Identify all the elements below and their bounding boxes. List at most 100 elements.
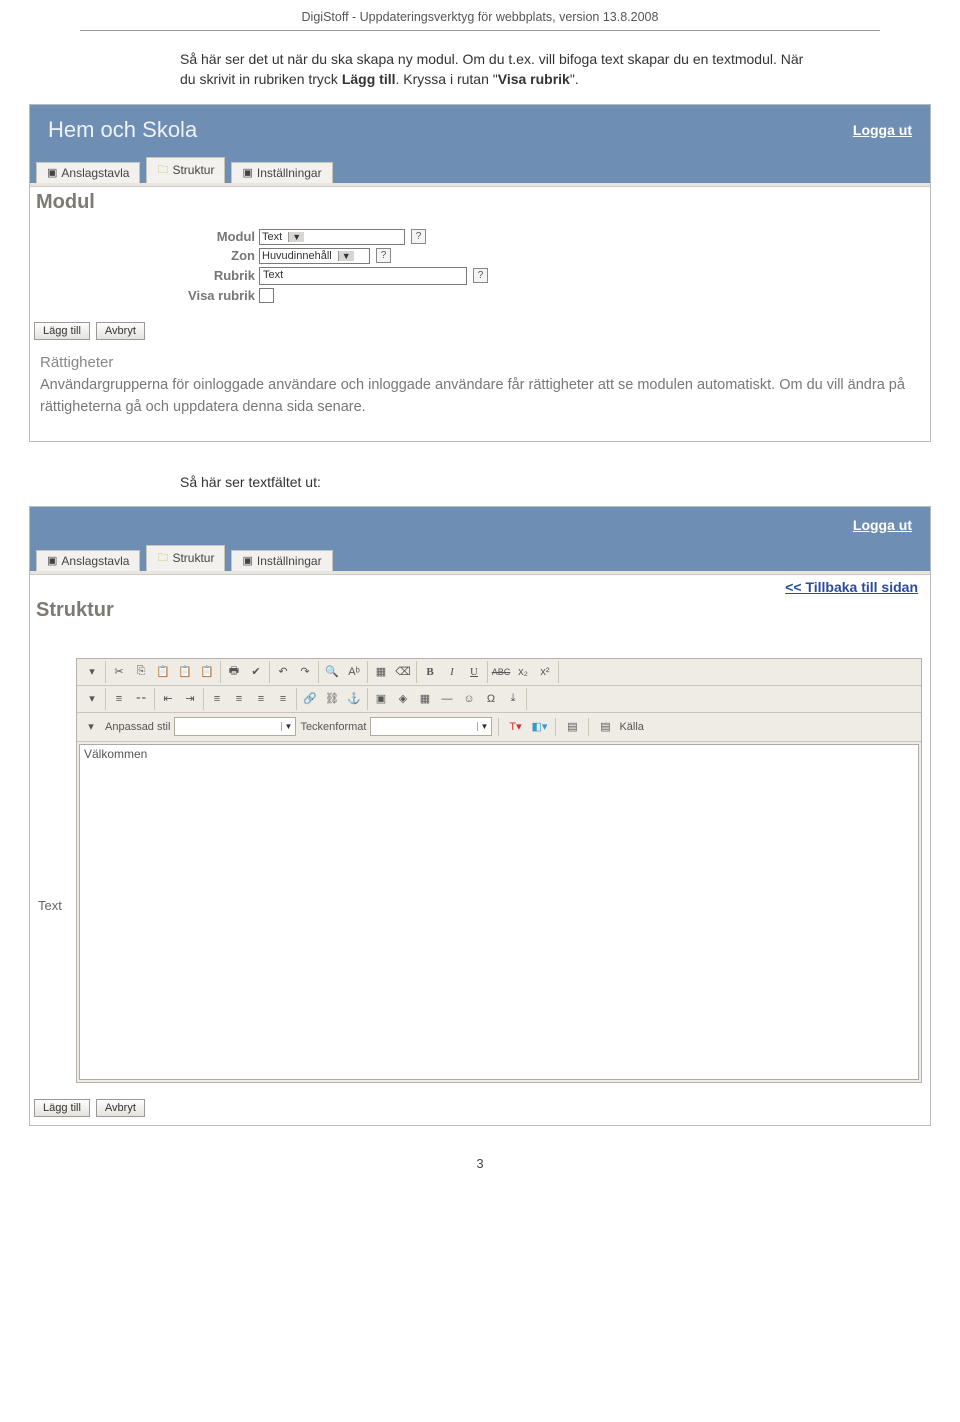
tab-struktur[interactable]: 🗀Struktur [146,545,225,571]
selectall-icon[interactable]: ▦ [371,662,391,682]
tab-struktur[interactable]: 🗀 Struktur [146,157,225,183]
anchor-icon[interactable]: ⚓ [344,689,364,709]
tab-label: Anslagstavla [61,554,129,568]
tab-label: Inställningar [257,166,322,180]
format-label: Teckenformat [300,721,366,733]
editor-toolbar-row1: ▾ ✂ ⎘ 📋 📋 📋 🖶 ✔ ↶ ↷ [77,659,921,686]
chevron-down-icon: ▼ [288,232,304,242]
indent-icon[interactable]: ⇥ [180,689,200,709]
editor-content-area[interactable]: Välkommen [79,744,919,1080]
add-button[interactable]: Lägg till [34,322,90,340]
button-row-2: Lägg till Avbryt [30,1091,930,1125]
cut-icon[interactable]: ✂ [109,662,129,682]
hr-icon[interactable]: ― [437,689,457,709]
align-justify-icon[interactable]: ≡ [273,689,293,709]
align-left-icon[interactable]: ≡ [207,689,227,709]
screenshot-text-editor: Logga ut ▣Anslagstavla 🗀Struktur ▣Instäl… [29,506,931,1126]
label-rubrik: Rubrik [50,268,259,283]
cancel-button[interactable]: Avbryt [96,1099,145,1117]
select-modul[interactable]: Text ▼ [259,229,405,245]
folder-icon: 🗀 [157,161,168,180]
bold-icon[interactable]: B [420,662,440,682]
redo-icon[interactable]: ↷ [295,662,315,682]
section-title-modul: Modul [30,187,930,222]
copy-icon[interactable]: ⎘ [131,662,151,682]
strike-icon[interactable]: ABC [491,662,511,682]
outdent-icon[interactable]: ⇤ [158,689,178,709]
tab-anslagstavla[interactable]: ▣Anslagstavla [36,162,140,183]
logout-link[interactable]: Logga ut [853,517,912,533]
pagebreak-icon[interactable]: ⤓ [503,689,523,709]
paste-icon[interactable]: 📋 [153,662,173,682]
textcolor-icon[interactable]: T▾ [505,717,525,737]
editor-toolbar-row2: ▾ ≡ ⁃⁃ ⇤ ⇥ ≡ ≡ ≡ ≡ [77,686,921,713]
editor-side-label: Text [38,658,76,913]
numbered-list-icon[interactable]: ≡ [109,689,129,709]
editor-content-text: Välkommen [84,747,147,761]
checkbox-visa-rubrik[interactable] [259,288,274,303]
rights-title: Rättigheter [40,354,920,371]
style-select[interactable]: ▼ [174,717,296,736]
intro-text-e: ". [570,71,579,87]
tab-label: Struktur [172,163,214,177]
link-icon[interactable]: 🔗 [300,689,320,709]
chevron-down-icon: ▼ [281,722,296,731]
select-zon[interactable]: Huvudinnehåll ▼ [259,248,370,264]
spellcheck-icon[interactable]: ✔ [246,662,266,682]
intro-text-c: . Kryssa i rutan " [396,71,498,87]
cancel-button[interactable]: Avbryt [96,322,145,340]
undo-icon[interactable]: ↶ [273,662,293,682]
rights-text: Användargrupperna för oinloggade använda… [40,374,920,419]
intro-bold-1: Lägg till [342,71,396,87]
section-title-struktur: Struktur [30,595,930,630]
table-icon[interactable]: ▦ [415,689,435,709]
input-rubrik[interactable]: Text [259,267,467,285]
editor-wrap: Text ▾ ✂ ⎘ 📋 📋 📋 🖶 ✔ [30,630,930,1091]
templates-icon[interactable]: ▤ [562,717,582,737]
italic-icon[interactable]: I [442,662,462,682]
align-right-icon[interactable]: ≡ [251,689,271,709]
help-icon[interactable]: ? [376,248,391,263]
replace-icon[interactable]: Aᵇ [344,662,364,682]
back-link[interactable]: << Tillbaka till sidan [785,579,918,595]
logout-link[interactable]: Logga ut [853,122,912,138]
rich-text-editor: ▾ ✂ ⎘ 📋 📋 📋 🖶 ✔ ↶ ↷ [76,658,922,1083]
align-center-icon[interactable]: ≡ [229,689,249,709]
bgcolor-icon[interactable]: ◧▾ [529,717,549,737]
tab-installningar[interactable]: ▣Inställningar [231,162,332,183]
smiley-icon[interactable]: ☺ [459,689,479,709]
tab-installningar[interactable]: ▣Inställningar [231,550,332,571]
screenshot-module-form: Hem och Skola Logga ut ▣Anslagstavla 🗀 St… [29,104,931,442]
print-icon[interactable]: 🖶 [224,662,244,682]
help-icon[interactable]: ? [473,268,488,283]
doc-header: DigiStoff - Uppdateringsverktyg för webb… [20,0,940,30]
expand-icon[interactable]: ▾ [82,662,102,682]
superscript-icon[interactable]: x² [535,662,555,682]
underline-icon[interactable]: U [464,662,484,682]
find-icon[interactable]: 🔍 [322,662,342,682]
expand-icon[interactable]: ▾ [81,717,101,737]
style-label: Anpassad stil [105,721,170,733]
label-visa-rubrik: Visa rubrik [50,288,259,303]
paste-word-icon[interactable]: 📋 [197,662,217,682]
subscript-icon[interactable]: x₂ [513,662,533,682]
removeformat-icon[interactable]: ⌫ [393,662,413,682]
unlink-icon[interactable]: ⛓ [322,689,342,709]
bullet-list-icon[interactable]: ⁃⁃ [131,689,151,709]
label-zon: Zon [50,248,259,263]
app-header: Hem och Skola Logga ut [30,105,930,155]
flash-icon[interactable]: ◈ [393,689,413,709]
intro-bold-2: Visa rubrik [498,71,570,87]
select-modul-value: Text [262,231,282,243]
paste-text-icon[interactable]: 📋 [175,662,195,682]
source-icon[interactable]: ▤ [595,717,615,737]
app-title: Hem och Skola [48,117,197,143]
tab-anslagstavla[interactable]: ▣Anslagstavla [36,550,140,571]
format-select[interactable]: ▼ [370,717,492,736]
help-icon[interactable]: ? [411,229,426,244]
specialchar-icon[interactable]: Ω [481,689,501,709]
image-icon[interactable]: ▣ [371,689,391,709]
add-button[interactable]: Lägg till [34,1099,90,1117]
expand-icon[interactable]: ▾ [82,689,102,709]
tab-label: Anslagstavla [61,166,129,180]
